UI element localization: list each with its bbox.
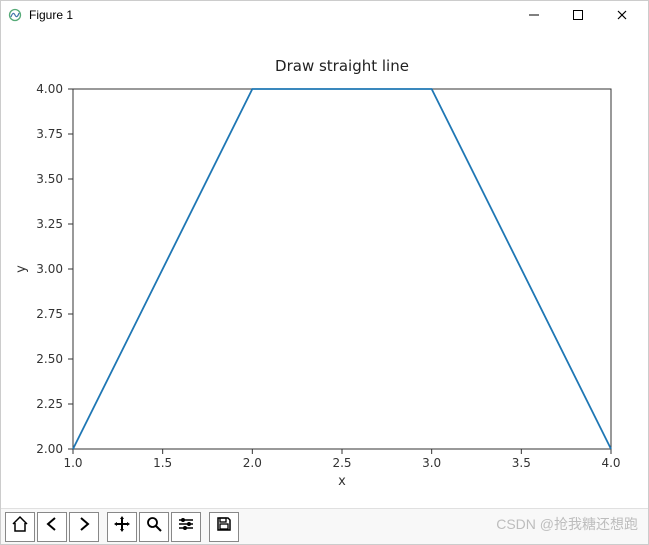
maximize-button[interactable] [556, 1, 600, 29]
y-tick-label: 3.25 [36, 217, 63, 231]
y-tick-label: 2.75 [36, 307, 63, 321]
x-tick-label: 2.0 [243, 456, 262, 470]
x-tick-label: 1.5 [153, 456, 172, 470]
home-button[interactable] [5, 512, 35, 542]
save-button[interactable] [209, 512, 239, 542]
arrow-left-icon [43, 515, 61, 538]
y-tick-label: 2.25 [36, 397, 63, 411]
data-line [73, 89, 611, 449]
move-icon [113, 515, 131, 538]
y-tick-label: 3.00 [36, 262, 63, 276]
y-tick-label: 3.75 [36, 127, 63, 141]
matplotlib-toolbar [1, 508, 648, 544]
zoom-button[interactable] [139, 512, 169, 542]
x-tick-label: 2.5 [332, 456, 351, 470]
configure-subplots-button[interactable] [171, 512, 201, 542]
sliders-icon [177, 515, 195, 538]
x-tick-label: 1.0 [63, 456, 82, 470]
forward-button[interactable] [69, 512, 99, 542]
figure-canvas[interactable]: Draw straight line 1.0 1.5 2.0 2.5 3.0 3.5 4.0 2… [1, 29, 648, 508]
x-tick-label: 3.5 [512, 456, 531, 470]
app-icon [7, 7, 23, 23]
chart-svg: Draw straight line 1.0 1.5 2.0 2.5 3.0 3.5 4.0 2… [1, 29, 649, 510]
axes-frame [73, 89, 611, 449]
x-axis-label: x [338, 474, 346, 489]
save-icon [215, 515, 233, 538]
pan-button[interactable] [107, 512, 137, 542]
chart-title: Draw straight line [275, 57, 409, 75]
y-tick-label: 2.00 [36, 442, 63, 456]
y-tick-label: 2.50 [36, 352, 63, 366]
magnifier-icon [145, 515, 163, 538]
window-titlebar: Figure 1 [1, 1, 648, 29]
home-icon [11, 515, 29, 538]
x-tick-label: 3.0 [422, 456, 441, 470]
y-tick-label: 4.00 [36, 82, 63, 96]
back-button[interactable] [37, 512, 67, 542]
y-axis-label: y [14, 265, 29, 273]
window-title: Figure 1 [29, 8, 73, 22]
x-tick-label: 4.0 [601, 456, 620, 470]
minimize-button[interactable] [512, 1, 556, 29]
close-button[interactable] [600, 1, 644, 29]
arrow-right-icon [75, 515, 93, 538]
y-tick-label: 3.50 [36, 172, 63, 186]
